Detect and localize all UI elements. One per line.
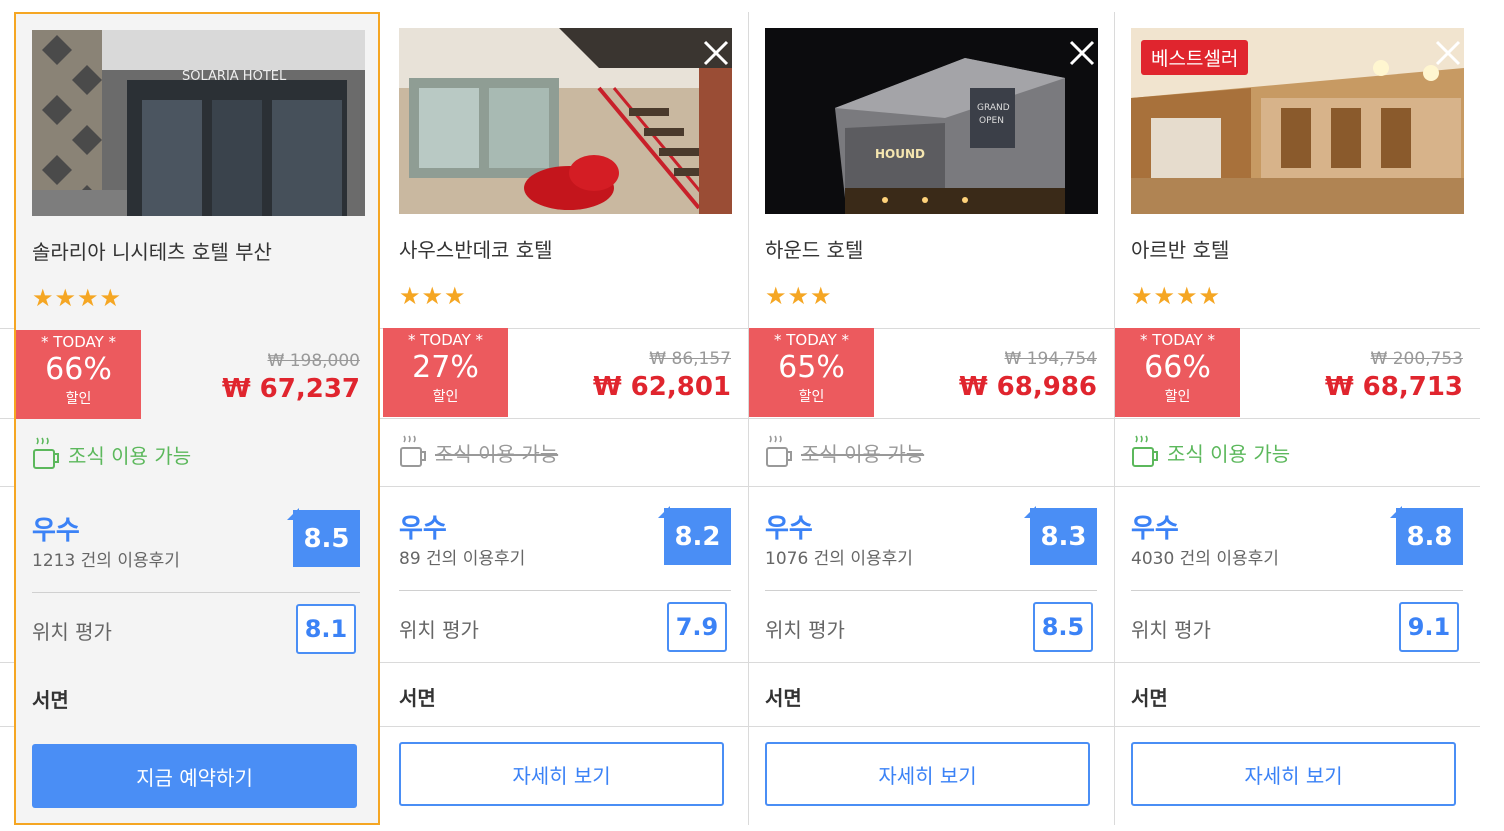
hotel-name[interactable]: 사우스반데코 호텔 xyxy=(399,234,553,263)
discount-label: 할인 xyxy=(65,391,92,407)
star-rating: ★★★★ xyxy=(1131,282,1222,310)
discount-percent: 27% xyxy=(412,350,479,385)
location-label: 위치 평가 xyxy=(1131,618,1211,642)
location-label: 위치 평가 xyxy=(399,618,479,642)
section-divider xyxy=(399,590,731,591)
sale-price: ₩ 68,713 xyxy=(1324,372,1463,402)
location-score: 8.5 xyxy=(1033,602,1093,652)
close-icon[interactable] xyxy=(1067,38,1097,68)
location-score: 8.1 xyxy=(296,604,356,654)
svg-text:OPEN: OPEN xyxy=(979,116,1004,126)
hotel-card-1[interactable]: SOLARIA HOTEL 솔라리아 니시테츠 호텔 부산 ★★★★ * TOD… xyxy=(14,12,380,825)
rating-text: 우수 xyxy=(32,516,80,546)
discount-label: 할인 xyxy=(798,389,825,405)
area-name: 서면 xyxy=(765,686,802,710)
section-divider xyxy=(32,592,360,593)
hotel-card-2[interactable]: 사우스반데코 호텔 ★★★ * TODAY * 27% 할인 ₩ 86,157 … xyxy=(383,12,749,825)
location-score: 9.1 xyxy=(1399,602,1459,652)
sale-price: ₩ 67,237 xyxy=(221,374,360,404)
breakfast-info: 조식 이용 가능 xyxy=(32,436,191,472)
area-name: 서면 xyxy=(32,688,69,712)
breakfast-label: 조식 이용 가능 xyxy=(801,441,925,466)
hotel-photo[interactable]: 베스트셀러 xyxy=(1131,28,1464,214)
location-label: 위치 평가 xyxy=(765,618,845,642)
original-price: ₩ 198,000 xyxy=(267,351,360,371)
breakfast-label: 조식 이용 가능 xyxy=(1167,441,1291,466)
breakfast-info: 조식 이용 가능 xyxy=(765,434,924,470)
hotel-name[interactable]: 솔라리아 니시테츠 호텔 부산 xyxy=(32,236,272,265)
section-divider xyxy=(765,590,1097,591)
review-count[interactable]: 89 건의 이용후기 xyxy=(399,544,525,569)
today-label: * TODAY * xyxy=(1139,331,1216,349)
discount-badge: * TODAY * 65% 할인 xyxy=(749,328,874,417)
rating-score: 8.3 xyxy=(1030,508,1097,565)
breakfast-label: 조식 이용 가능 xyxy=(435,441,559,466)
coffee-cup-icon xyxy=(33,437,59,469)
breakfast-info: 조식 이용 가능 xyxy=(1131,434,1290,470)
breakfast-info: 조식 이용 가능 xyxy=(399,434,558,470)
coffee-cup-icon xyxy=(1132,435,1158,467)
discount-badge: * TODAY * 66% 할인 xyxy=(16,330,141,419)
review-count[interactable]: 4030 건의 이용후기 xyxy=(1131,544,1279,569)
view-details-button[interactable]: 자세히 보기 xyxy=(765,742,1090,806)
hotel-photo[interactable] xyxy=(399,28,732,214)
location-score: 7.9 xyxy=(667,602,727,652)
original-price: ₩ 200,753 xyxy=(1370,349,1463,369)
discount-badge: * TODAY * 27% 할인 xyxy=(383,328,508,417)
view-details-button[interactable]: 자세히 보기 xyxy=(399,742,724,806)
rating-text: 우수 xyxy=(399,514,447,544)
discount-percent: 65% xyxy=(778,350,845,385)
today-label: * TODAY * xyxy=(40,333,117,351)
rating-text: 우수 xyxy=(1131,514,1179,544)
hotel-card-4[interactable]: 베스트셀러 아르반 호텔 ★★★★ * TODAY * 66% 할인 ₩ 200… xyxy=(1115,12,1481,825)
star-rating: ★★★★ xyxy=(32,284,123,312)
coffee-cup-icon xyxy=(400,435,426,467)
hotel-name[interactable]: 아르반 호텔 xyxy=(1131,234,1229,263)
today-label: * TODAY * xyxy=(773,331,850,349)
review-count[interactable]: 1213 건의 이용후기 xyxy=(32,546,180,571)
svg-text:HOUND: HOUND xyxy=(875,147,925,161)
area-name: 서면 xyxy=(1131,686,1168,710)
star-rating: ★★★ xyxy=(399,282,467,310)
close-icon[interactable] xyxy=(701,38,731,68)
location-label: 위치 평가 xyxy=(32,620,112,644)
sale-price: ₩ 62,801 xyxy=(592,372,731,402)
bestseller-badge: 베스트셀러 xyxy=(1141,40,1249,75)
hotel-card-3[interactable]: GRAND OPEN HOUND 하운드 호텔 ★★★ * TODAY * 65… xyxy=(749,12,1115,825)
rating-score: 8.5 xyxy=(293,510,360,567)
book-now-button[interactable]: 지금 예약하기 xyxy=(32,744,357,808)
discount-percent: 66% xyxy=(1144,350,1211,385)
original-price: ₩ 194,754 xyxy=(1004,349,1097,369)
original-price: ₩ 86,157 xyxy=(649,349,731,369)
close-icon[interactable] xyxy=(1433,38,1463,68)
hotel-comparison-grid: SOLARIA HOTEL 솔라리아 니시테츠 호텔 부산 ★★★★ * TOD… xyxy=(0,0,1504,831)
area-name: 서면 xyxy=(399,686,436,710)
discount-label: 할인 xyxy=(432,389,459,405)
rating-score: 8.8 xyxy=(1396,508,1463,565)
svg-text:SOLARIA HOTEL: SOLARIA HOTEL xyxy=(182,69,287,84)
discount-label: 할인 xyxy=(1164,389,1191,405)
svg-text:GRAND: GRAND xyxy=(977,103,1010,113)
rating-text: 우수 xyxy=(765,514,813,544)
coffee-cup-icon xyxy=(766,435,792,467)
star-rating: ★★★ xyxy=(765,282,833,310)
today-label: * TODAY * xyxy=(407,331,484,349)
review-count[interactable]: 1076 건의 이용후기 xyxy=(765,544,913,569)
hotel-photo[interactable]: GRAND OPEN HOUND xyxy=(765,28,1098,214)
view-details-button[interactable]: 자세히 보기 xyxy=(1131,742,1456,806)
hotel-name[interactable]: 하운드 호텔 xyxy=(765,234,863,263)
sale-price: ₩ 68,986 xyxy=(958,372,1097,402)
discount-percent: 66% xyxy=(45,352,112,387)
breakfast-label: 조식 이용 가능 xyxy=(68,443,192,468)
hotel-photo[interactable]: SOLARIA HOTEL xyxy=(32,30,365,216)
rating-score: 8.2 xyxy=(664,508,731,565)
discount-badge: * TODAY * 66% 할인 xyxy=(1115,328,1240,417)
section-divider xyxy=(1131,590,1463,591)
